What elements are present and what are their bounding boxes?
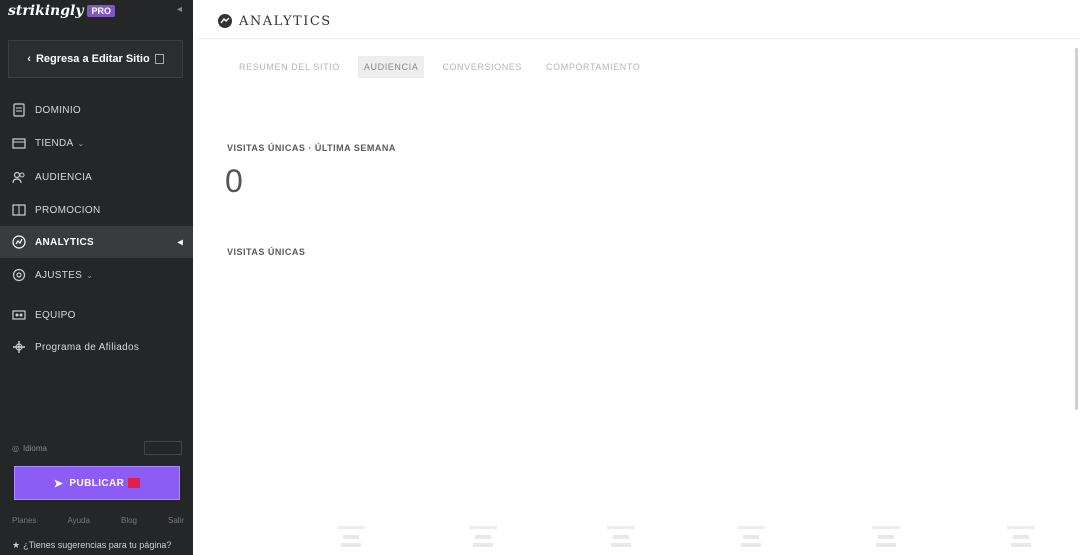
back-to-editor-label: Regresa a Editar Sitio xyxy=(35,53,150,65)
back-to-editor-button[interactable]: ‹ Regresa a Editar Sitio xyxy=(8,40,183,78)
audience-icon xyxy=(12,170,26,184)
collapse-sidebar-icon[interactable]: ◂ xyxy=(177,5,187,15)
scrollbar[interactable] xyxy=(1075,48,1078,410)
tab-site-summary[interactable]: RESUMEN DEL SITIO xyxy=(233,56,346,78)
axis-tick xyxy=(607,526,635,547)
sidebar-item-store[interactable]: TIENDA ⌄ xyxy=(0,127,193,159)
brand[interactable]: strikingly PRO xyxy=(8,2,115,20)
sidebar-item-label: AJUSTES xyxy=(35,269,83,281)
axis-tick xyxy=(469,526,497,547)
sidebar-item-label: DOMINIO xyxy=(35,104,81,116)
sidebar-bottom-links: Planes Ayuda Blog Salir xyxy=(12,516,184,525)
store-icon xyxy=(12,136,26,150)
sidebar: strikingly PRO ◂ ‹ Regresa a Editar Siti… xyxy=(0,0,193,555)
tab-conversions[interactable]: CONVERSIONES xyxy=(436,56,528,78)
sidebar-item-team[interactable]: EQUIPO xyxy=(0,299,193,331)
main-content: ANALYTICS RESUMEN DEL SITIO AUDIENCIA CO… xyxy=(197,0,1080,555)
language-selector-label[interactable]: ◎ Idioma xyxy=(12,444,47,453)
axis-tick xyxy=(737,526,765,547)
bottom-link[interactable]: Ayuda xyxy=(67,516,90,525)
feedback-link[interactable]: ★ ¿Tienes sugerencias para tu página? xyxy=(12,540,171,551)
sidebar-item-audience[interactable]: AUDIENCIA xyxy=(0,161,193,193)
sidebar-item-label: AUDIENCIA xyxy=(35,171,93,183)
paper-plane-icon: ➤ xyxy=(53,477,64,490)
analytics-tabs: RESUMEN DEL SITIO AUDIENCIA CONVERSIONES… xyxy=(233,56,646,78)
pro-badge: PRO xyxy=(87,5,115,17)
sidebar-item-label: ANALYTICS xyxy=(35,236,95,248)
team-icon xyxy=(12,308,26,322)
analytics-icon xyxy=(217,13,233,29)
header-divider xyxy=(197,38,1080,39)
chevron-left-icon: ◂ xyxy=(177,236,183,248)
sidebar-item-label: EQUIPO xyxy=(35,309,76,321)
expand-indicator: ⌄ xyxy=(77,138,85,148)
language-dropdown[interactable] xyxy=(144,441,182,455)
affiliate-icon xyxy=(12,340,26,354)
axis-tick xyxy=(337,526,365,547)
sidebar-item-label: PROMOCION xyxy=(35,204,101,216)
analytics-icon xyxy=(12,235,26,249)
publish-badge xyxy=(128,478,141,488)
unique-visits-label: VISITAS ÚNICAS xyxy=(227,247,306,257)
publish-button[interactable]: ➤ PUBLICAR xyxy=(14,466,180,500)
unique-visits-week-label: VISITAS ÚNICAS · ÚLTIMA SEMANA xyxy=(227,143,396,153)
axis-tick xyxy=(1007,526,1035,547)
bottom-link[interactable]: Blog xyxy=(121,516,137,525)
globe-icon: ◎ xyxy=(12,444,19,453)
sidebar-item-settings[interactable]: AJUSTES ⌄ xyxy=(0,259,193,291)
language-label: Idioma xyxy=(22,444,47,453)
sidebar-item-label: Programa de Afiliados xyxy=(35,341,140,353)
sidebar-item-promotion[interactable]: PROMOCION xyxy=(0,194,193,226)
chart-axis-area xyxy=(197,526,1080,555)
page-icon xyxy=(154,54,164,64)
settings-icon xyxy=(12,268,26,282)
sidebar-item-domain[interactable]: DOMINIO xyxy=(0,94,193,126)
tab-behavior[interactable]: COMPORTAMIENTO xyxy=(540,56,646,78)
domain-icon xyxy=(12,103,26,117)
axis-tick xyxy=(872,526,900,547)
bottom-link[interactable]: Salir xyxy=(168,516,184,525)
publish-label: PUBLICAR xyxy=(69,477,125,489)
star-icon: ★ xyxy=(12,540,21,550)
page-header: ANALYTICS xyxy=(217,13,332,29)
sidebar-item-analytics[interactable]: ANALYTICS ◂ xyxy=(0,226,193,258)
brand-logo: strikingly xyxy=(8,3,84,19)
page-title: ANALYTICS xyxy=(239,13,332,29)
feedback-label: ¿Tienes sugerencias para tu página? xyxy=(23,540,172,550)
sidebar-item-label: TIENDA xyxy=(35,137,74,149)
bottom-link[interactable]: Planes xyxy=(12,516,36,525)
promotion-icon xyxy=(12,203,26,217)
expand-indicator: ⌄ xyxy=(86,270,94,280)
chevron-left-icon: ‹ xyxy=(27,53,31,65)
sidebar-item-affiliate[interactable]: Programa de Afiliados xyxy=(0,331,193,363)
tab-audience[interactable]: AUDIENCIA xyxy=(357,56,425,78)
unique-visits-week-value: 0 xyxy=(225,163,243,199)
